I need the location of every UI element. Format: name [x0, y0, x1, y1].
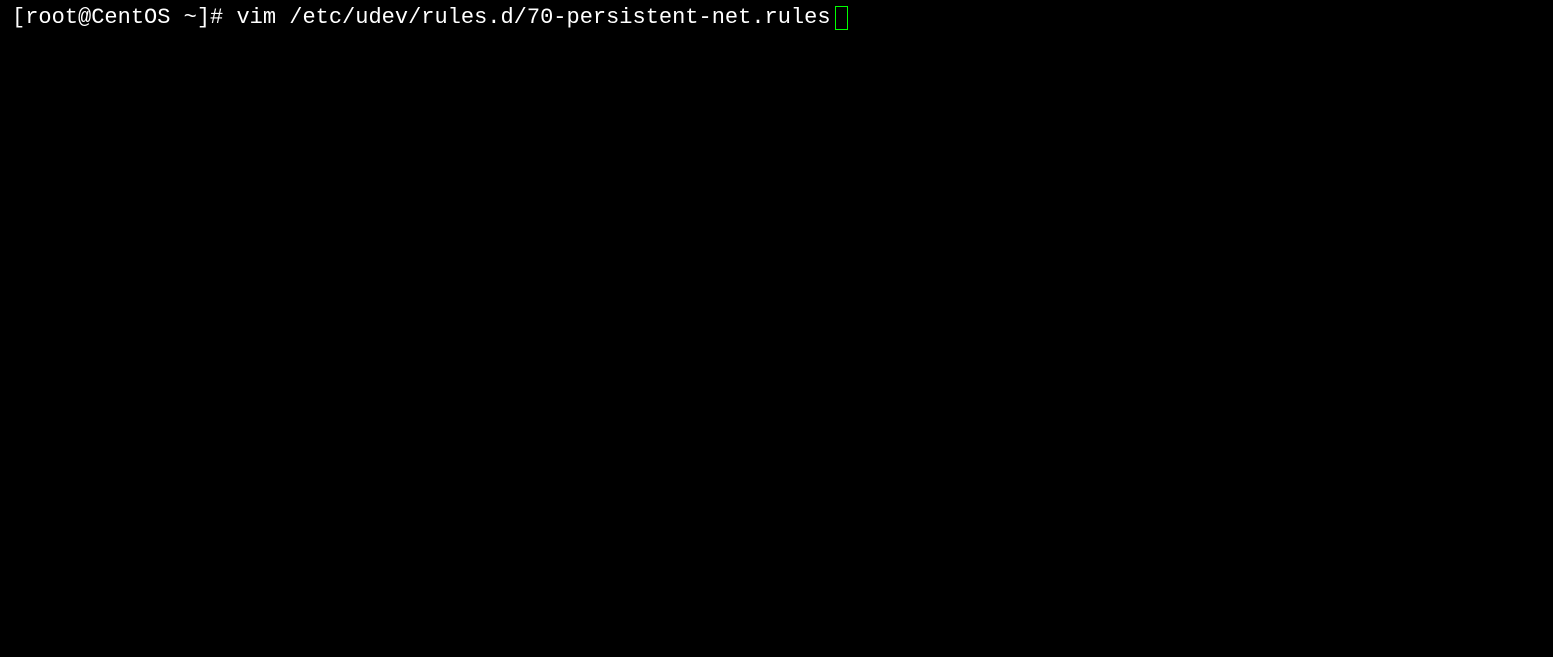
terminal-window[interactable]: [root@CentOS ~]# vim /etc/udev/rules.d/7…: [0, 0, 1553, 657]
command-text: vim /etc/udev/rules.d/70-persistent-net.…: [236, 4, 830, 33]
shell-prompt: [root@CentOS ~]#: [12, 4, 236, 33]
terminal-line: [root@CentOS ~]# vim /etc/udev/rules.d/7…: [12, 4, 1541, 33]
cursor-icon: [835, 6, 848, 30]
